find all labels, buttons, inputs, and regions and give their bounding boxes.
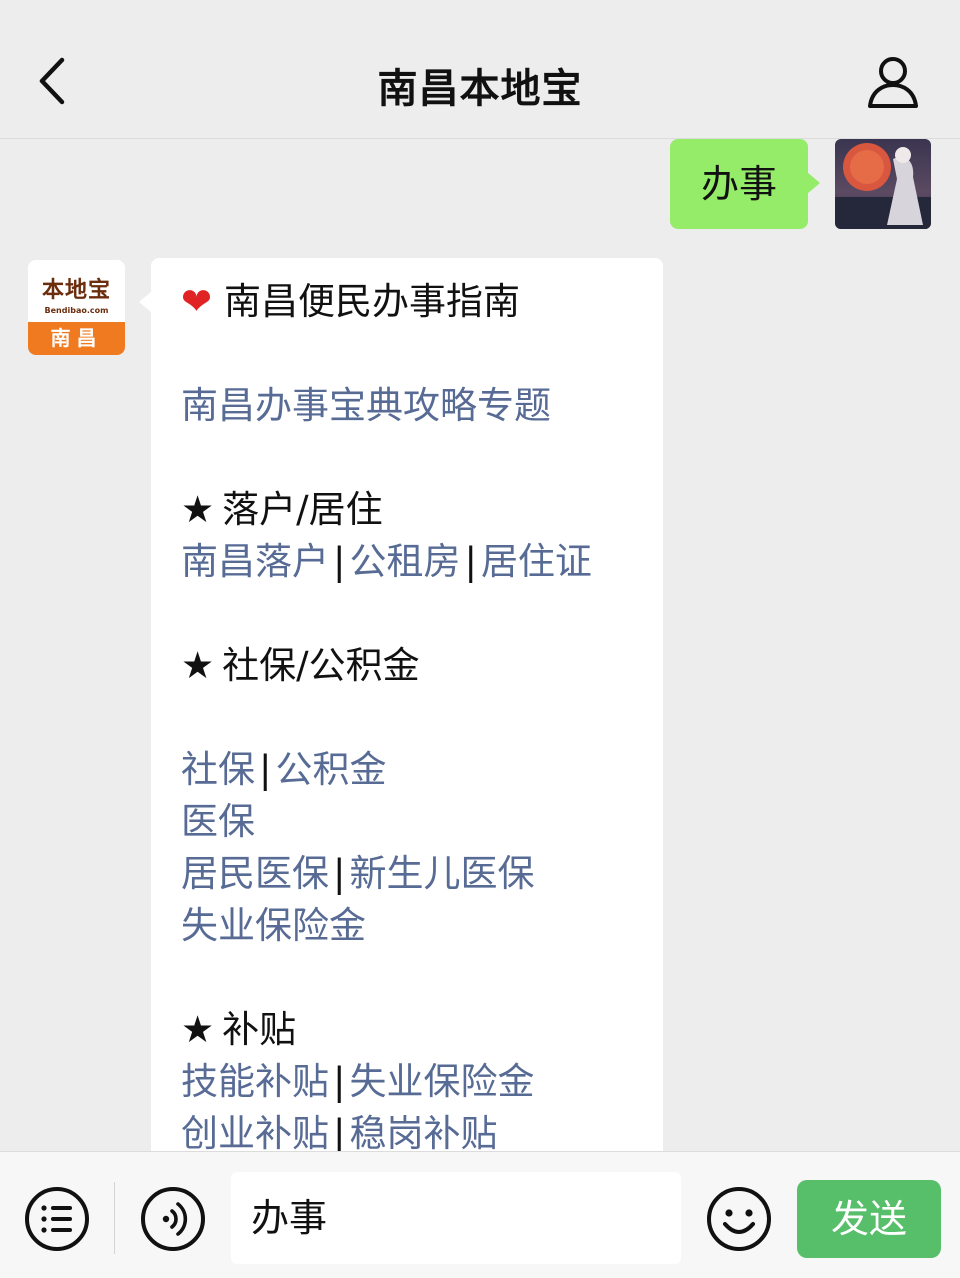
chat-title: 南昌本地宝 (377, 66, 583, 112)
star-icon: ★ (181, 644, 215, 687)
link-newborn-medical[interactable]: 新生儿医保 (349, 852, 534, 895)
smiley-icon (707, 1187, 771, 1251)
outgoing-message-bubble[interactable]: 办事 (670, 139, 820, 229)
profile-button[interactable] (862, 54, 924, 110)
menu-list-icon (25, 1187, 89, 1251)
user-avatar[interactable] (835, 139, 931, 229)
link-startup-subsidy[interactable]: 创业补贴 (181, 1112, 329, 1151)
logo-text: 本地宝 (41, 277, 111, 303)
star-icon: ★ (181, 1008, 215, 1051)
voice-button[interactable] (140, 1186, 206, 1252)
link-social-security[interactable]: 社保 (181, 748, 255, 791)
link-public-housing[interactable]: 公租房 (349, 540, 460, 583)
send-button[interactable]: 发送 (797, 1180, 941, 1258)
message-title: 南昌便民办事指南 (224, 280, 521, 323)
emoji-button[interactable] (706, 1186, 772, 1252)
logo-city: 南昌 (28, 322, 125, 355)
link-unemployment[interactable]: 失业保险金 (181, 904, 366, 947)
person-icon (868, 57, 918, 108)
voice-icon (141, 1187, 205, 1251)
bot-avatar[interactable]: 本地宝 Bendibao.com 南昌 (28, 260, 125, 355)
bot-logo: 本地宝 Bendibao.com (28, 260, 125, 322)
user-avatar-image (835, 139, 931, 229)
topic-link[interactable]: 南昌办事宝典攻略专题 (181, 384, 551, 427)
link-residence-permit[interactable]: 居住证 (481, 540, 592, 583)
section-heading-social-security: ★ 社保/公积金 (181, 644, 420, 687)
section-heading-residence: ★ 落户/居住 (181, 488, 383, 531)
message-input[interactable]: 办事 (231, 1172, 681, 1264)
link-medical-insurance[interactable]: 医保 (181, 800, 255, 843)
incoming-message-bubble: ❤ 南昌便民办事指南 南昌办事宝典攻略专题 ★ 落户/居住 南昌落户 | 公租房 | 居住证… (139, 258, 663, 1151)
outgoing-message-row: 办事 (0, 139, 960, 239)
chat-area[interactable]: 办事 本地宝 Bendibao.com 南昌 ❤ 南昌便民办事指南 南昌办事宝典… (0, 139, 960, 1151)
link-skill-subsidy[interactable]: 技能补贴 (181, 1060, 329, 1103)
top-bar: 南昌本地宝 (0, 0, 960, 139)
link-resident-medical[interactable]: 居民医保 (181, 852, 329, 895)
link-housing-fund[interactable]: 公积金 (275, 748, 386, 791)
logo-domain: Bendibao.com (44, 306, 109, 315)
heart-icon: ❤ (181, 280, 213, 323)
link-unemployment-2[interactable]: 失业保险金 (349, 1060, 534, 1103)
input-bar: 办事 发送 (0, 1151, 960, 1278)
menu-button[interactable] (24, 1186, 90, 1252)
divider (114, 1182, 115, 1254)
star-icon: ★ (181, 488, 215, 531)
link-job-stability-subsidy[interactable]: 稳岗补贴 (349, 1112, 497, 1151)
link-settle[interactable]: 南昌落户 (181, 540, 329, 583)
message-title-line: ❤ 南昌便民办事指南 (181, 276, 663, 328)
section-heading-subsidy: ★ 补贴 (181, 1008, 297, 1051)
